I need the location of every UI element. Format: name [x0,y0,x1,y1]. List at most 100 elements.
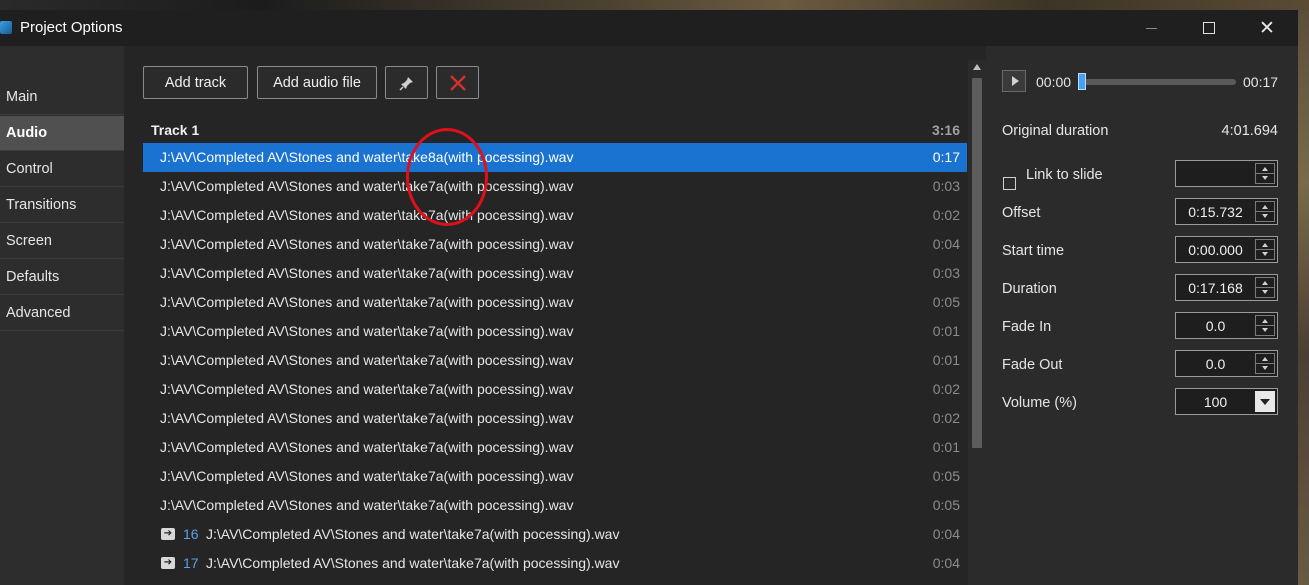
play-icon [1011,76,1019,86]
add-track-button[interactable]: Add track [143,66,248,99]
file-path: J:\AV\Completed AV\Stones and water\take… [160,149,574,165]
offset-field[interactable]: 0:15.732 [1175,198,1278,225]
spin-down-icon[interactable] [1262,290,1268,294]
file-path: J:\AV\Completed AV\Stones and water\take… [160,323,574,339]
link-to-slide-checkbox[interactable] [1003,177,1016,190]
spin-up-icon[interactable] [1262,357,1268,361]
sidebar-item-audio[interactable]: Audio [0,116,124,151]
spin-down-icon[interactable] [1262,252,1268,256]
list-item[interactable]: J:\AV\Completed AV\Stones and water\take… [143,288,967,317]
list-item[interactable]: J:\AV\Completed AV\Stones and water\take… [143,404,967,433]
spin-up-icon[interactable] [1262,281,1268,285]
fade-out-field[interactable]: 0.0 [1175,350,1278,377]
fade-out-label: Fade Out [1002,357,1063,373]
dropdown-button[interactable] [1255,391,1275,412]
volume-value: 100 [1203,394,1228,410]
seek-slider[interactable] [1078,73,1236,90]
add-audio-file-button[interactable]: Add audio file [257,66,377,99]
spinner-buttons[interactable] [1255,277,1275,298]
minimize-button[interactable] [1122,10,1180,46]
spinner-buttons[interactable] [1255,353,1275,374]
spin-up-icon[interactable] [1262,319,1268,323]
file-duration: 0:17 [932,149,960,165]
sidebar-item-main[interactable]: Main [0,80,124,115]
start-time-value: 0:00.000 [1188,242,1243,258]
sidebar: Main Audio Control Transitions Screen De… [0,46,125,585]
vertical-scrollbar[interactable] [968,60,986,585]
play-button[interactable] [1002,70,1026,92]
start-time-field[interactable]: 0:00.000 [1175,236,1278,263]
scrollbar-thumb[interactable] [972,78,982,448]
file-duration: 0:03 [932,178,960,194]
file-duration: 0:04 [932,236,960,252]
original-duration-label: Original duration [1002,123,1109,139]
window-title: Project Options [20,19,123,36]
fade-in-label: Fade In [1002,319,1052,335]
sidebar-item-transitions[interactable]: Transitions [0,188,124,223]
delete-icon [449,74,466,91]
spin-down-icon[interactable] [1262,328,1268,332]
audio-properties-panel: 00:00 00:17 Original duration 4:01.694 L… [986,46,1298,585]
link-to-slide-label[interactable]: Link to slide [1026,167,1103,183]
list-item[interactable]: J:\AV\Completed AV\Stones and water\take… [143,491,967,520]
list-item[interactable]: J:\AV\Completed AV\Stones and water\take… [143,172,967,201]
spinner-buttons[interactable] [1255,163,1275,184]
file-duration: 0:05 [932,497,960,513]
duration-label: Duration [1002,281,1057,297]
track-header[interactable]: Track 1 3:16 [143,118,967,142]
maximize-button[interactable] [1180,10,1238,46]
spin-down-icon[interactable] [1262,176,1268,180]
file-path: J:\AV\Completed AV\Stones and water\take… [160,468,574,484]
list-item[interactable]: J:\AV\Completed AV\Stones and water\take… [143,462,967,491]
list-item[interactable]: J:\AV\Completed AV\Stones and water\take… [143,346,967,375]
spinner-buttons[interactable] [1255,315,1275,336]
app-icon [0,21,12,34]
file-path: J:\AV\Completed AV\Stones and water\take… [160,265,574,281]
list-item[interactable]: J:\AV\Completed AV\Stones and water\take… [143,143,967,172]
maximize-icon [1203,22,1215,34]
start-time-label: Start time [1002,243,1065,259]
list-item[interactable]: J:\AV\Completed AV\Stones and water\take… [143,375,967,404]
file-duration: 0:01 [932,352,960,368]
scroll-up-icon[interactable] [973,64,981,70]
pin-icon [398,76,413,91]
list-item[interactable]: J:\AV\Completed AV\Stones and water\take… [143,259,967,288]
audio-file-list: J:\AV\Completed AV\Stones and water\take… [143,143,967,585]
desktop-background-right [1298,10,1309,585]
file-duration: 0:01 [932,439,960,455]
delete-button[interactable] [436,66,479,99]
edit-button[interactable] [385,66,428,99]
file-path: J:\AV\Completed AV\Stones and water\take… [160,352,574,368]
spinner-buttons[interactable] [1255,201,1275,222]
spin-up-icon[interactable] [1262,243,1268,247]
spin-down-icon[interactable] [1262,366,1268,370]
close-button[interactable]: ✕ [1238,10,1296,46]
list-item[interactable]: ➔ 16 J:\AV\Completed AV\Stones and water… [143,520,967,549]
spin-down-icon[interactable] [1262,214,1268,218]
file-duration: 0:01 [932,323,960,339]
duration-field[interactable]: 0:17.168 [1175,274,1278,301]
fade-out-value: 0.0 [1205,356,1226,372]
volume-select[interactable]: 100 [1175,388,1278,415]
list-item[interactable]: J:\AV\Completed AV\Stones and water\take… [143,230,967,259]
title-bar[interactable]: Project Options ✕ [0,10,1298,46]
sidebar-item-screen[interactable]: Screen [0,224,124,259]
list-item[interactable]: J:\AV\Completed AV\Stones and water\take… [143,201,967,230]
file-path: J:\AV\Completed AV\Stones and water\take… [160,497,574,513]
sidebar-item-control[interactable]: Control [0,152,124,187]
fade-in-field[interactable]: 0.0 [1175,312,1278,339]
file-path: J:\AV\Completed AV\Stones and water\take… [160,207,574,223]
spinner-buttons[interactable] [1255,239,1275,260]
offset-label: Offset [1002,205,1041,221]
duration-value: 0:17.168 [1188,280,1243,296]
sidebar-item-defaults[interactable]: Defaults [0,260,124,295]
list-item[interactable]: J:\AV\Completed AV\Stones and water\take… [143,433,967,462]
spin-up-icon[interactable] [1262,205,1268,209]
link-to-slide-field[interactable] [1175,160,1278,187]
seek-slider-knob[interactable] [1078,73,1086,90]
list-item[interactable]: J:\AV\Completed AV\Stones and water\take… [143,317,967,346]
spin-up-icon[interactable] [1262,167,1268,171]
file-path: J:\AV\Completed AV\Stones and water\take… [160,178,574,194]
list-item[interactable]: ➔ 17 J:\AV\Completed AV\Stones and water… [143,549,967,578]
sidebar-item-advanced[interactable]: Advanced [0,296,124,331]
